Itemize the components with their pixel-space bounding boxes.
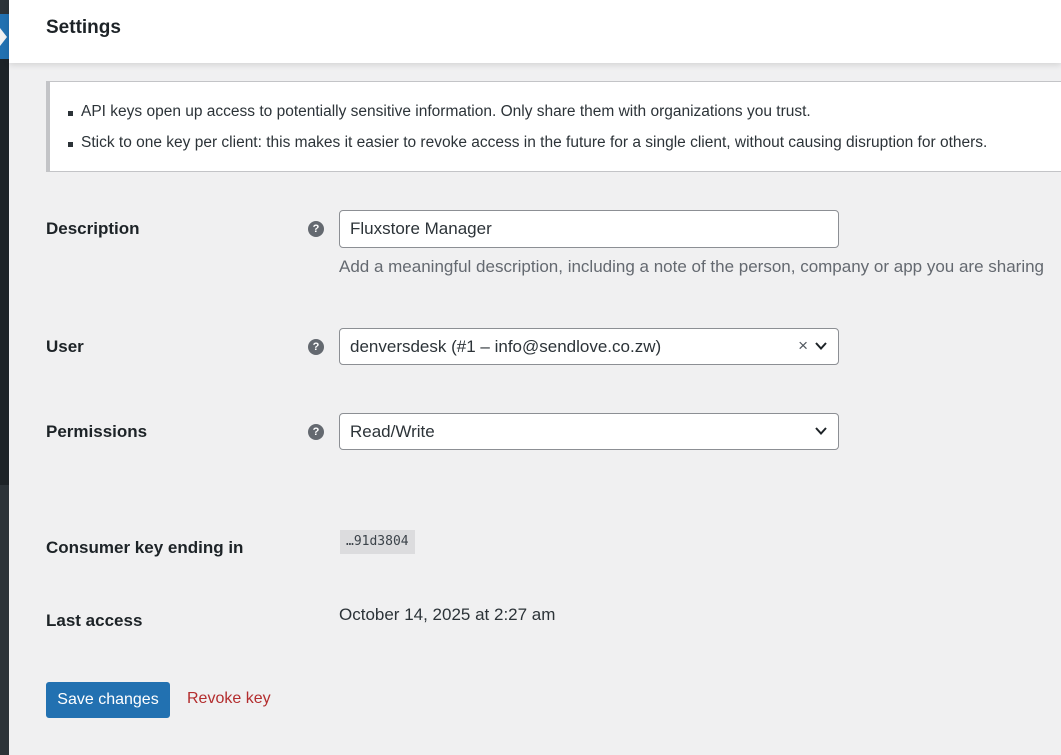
sidebar-lower (0, 485, 9, 755)
bullet-icon (68, 111, 73, 116)
clear-icon[interactable]: × (798, 336, 808, 356)
sidebar-active-arrow-icon (0, 28, 7, 46)
description-help-text: Add a meaningful description, including … (339, 257, 1045, 276)
notice-item: Stick to one key per client: this makes … (68, 134, 988, 152)
consumer-key-value: …91d3804 (340, 530, 415, 554)
last-access-value: October 14, 2025 at 2:27 am (339, 605, 556, 624)
consumer-key-label: Consumer key ending in (46, 538, 244, 557)
chevron-down-icon (815, 342, 827, 350)
permissions-select[interactable]: Read/Write (339, 413, 839, 450)
page-header: Settings (9, 0, 1061, 63)
sidebar-top (0, 0, 9, 14)
chevron-down-icon (815, 427, 827, 435)
page-title: Settings (46, 17, 121, 38)
revoke-key-link[interactable]: Revoke key (187, 690, 271, 708)
description-label: Description (46, 219, 140, 238)
description-input[interactable] (339, 210, 839, 248)
help-icon[interactable]: ? (308, 339, 324, 355)
user-label: User (46, 337, 84, 356)
user-select[interactable]: denversdesk (#1 – info@sendlove.co.zw) × (339, 328, 839, 365)
notice-item-text: API keys open up access to potentially s… (81, 103, 811, 120)
last-access-label: Last access (46, 611, 143, 630)
permissions-label: Permissions (46, 422, 148, 441)
help-icon[interactable]: ? (308, 221, 324, 237)
permissions-select-value: Read/Write (350, 422, 435, 441)
help-icon[interactable]: ? (308, 424, 324, 440)
api-keys-notice: API keys open up access to potentially s… (46, 81, 1061, 172)
bullet-icon (68, 142, 73, 147)
notice-item: API keys open up access to potentially s… (68, 103, 811, 121)
user-select-value: denversdesk (#1 – info@sendlove.co.zw) (350, 337, 662, 356)
save-changes-button[interactable]: Save changes (46, 682, 170, 718)
admin-sidebar (0, 0, 9, 755)
notice-item-text: Stick to one key per client: this makes … (81, 134, 988, 151)
